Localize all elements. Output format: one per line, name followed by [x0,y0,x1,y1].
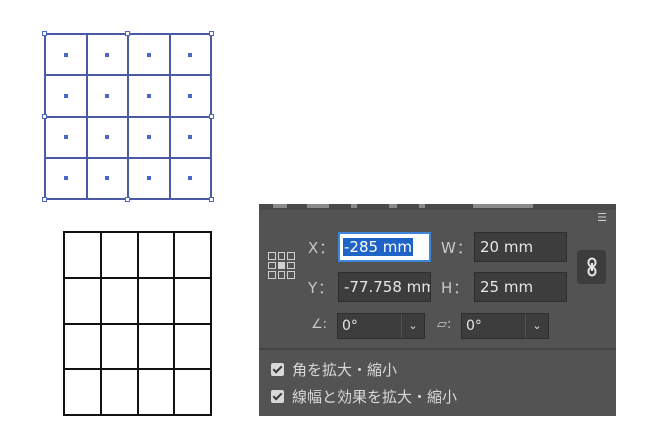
grid-cell [86,34,128,76]
y-value: -77.758 mm [344,278,431,296]
grid-cell [100,277,138,324]
reference-point-icon[interactable] [268,252,295,279]
plain-grid-object[interactable] [63,231,212,416]
scale-corners-label: 角を拡大・縮小 [292,360,398,379]
panel-menu-icon[interactable]: ☰ [595,212,609,224]
grid-cell [174,323,211,370]
link-proportions-icon[interactable] [577,250,606,284]
grid-cell [45,34,87,76]
bounding-handle-top[interactable] [125,31,130,36]
grid-cell [128,157,170,199]
grid-cell [137,369,175,415]
bounding-handle-top-left[interactable] [42,31,47,36]
grid-cell [174,232,211,278]
w-label: W： [441,239,473,257]
grid-cell [137,232,175,278]
shear-value: 0° [466,318,482,334]
grid-cell [174,369,211,415]
grid-cell [169,75,211,117]
grid-cell [100,232,138,278]
shear-angle-dropdown[interactable]: 0° ⌄ [461,313,549,339]
grid-cell [128,116,170,158]
grid-cell [64,277,101,324]
chevron-down-icon: ⌄ [525,314,548,338]
bounding-handle-bottom-left[interactable] [42,197,47,202]
bounding-handle-right[interactable] [209,114,214,119]
rotate-angle-icon: ∠: [311,317,328,332]
grid-cell [64,369,101,415]
grid-cell [137,277,175,324]
shear-angle-icon: ▱: [437,317,452,332]
chevron-down-icon: ⌄ [401,314,424,338]
bounding-handle-bottom[interactable] [125,197,130,202]
panel-toolbar-strip [259,204,616,210]
bounding-handle-top-right[interactable] [209,31,214,36]
w-field[interactable]: 20 mm [474,232,567,262]
h-label: H： [441,279,470,297]
rotate-value: 0° [342,318,358,334]
w-value: 20 mm [480,238,534,256]
x-value: -285 mm [343,238,414,256]
bounding-handle-bottom-right[interactable] [209,197,214,202]
grid-cell [86,75,128,117]
grid-cell [64,232,101,278]
scale-strokes-effects-label: 線幅と効果を拡大・縮小 [292,387,458,406]
selected-grid-object[interactable] [44,33,212,200]
y-label: Y： [308,279,335,297]
grid-cell [169,34,211,76]
checkbox-checked-icon[interactable] [271,362,284,376]
grid-cell [86,116,128,158]
x-field[interactable]: -285 mm [338,232,431,262]
grid-cell [100,323,138,370]
grid-cell [45,157,87,199]
x-label: X： [308,239,336,257]
h-field[interactable]: 25 mm [474,272,567,302]
grid-cell [45,75,87,117]
checkbox-checked-icon[interactable] [271,389,284,403]
panel-divider [259,348,616,350]
grid-cell [64,323,101,370]
rotate-angle-dropdown[interactable]: 0° ⌄ [337,313,425,339]
grid-cell [45,116,87,158]
h-value: 25 mm [480,278,534,296]
grid-cell [100,369,138,415]
y-field[interactable]: -77.758 mm [338,272,431,302]
grid-cell [174,277,211,324]
grid-cell [86,157,128,199]
transform-panel: ☰ X： -285 mm W： 20 mm Y： -77.758 mm H： 2… [259,204,616,416]
grid-cell [169,116,211,158]
bounding-handle-left[interactable] [42,114,47,119]
grid-cell [128,75,170,117]
grid-cell [128,34,170,76]
scale-corners-option[interactable]: 角を拡大・縮小 [271,359,397,379]
grid-cell [137,323,175,370]
scale-strokes-effects-option[interactable]: 線幅と効果を拡大・縮小 [271,386,457,406]
grid-cell [169,157,211,199]
